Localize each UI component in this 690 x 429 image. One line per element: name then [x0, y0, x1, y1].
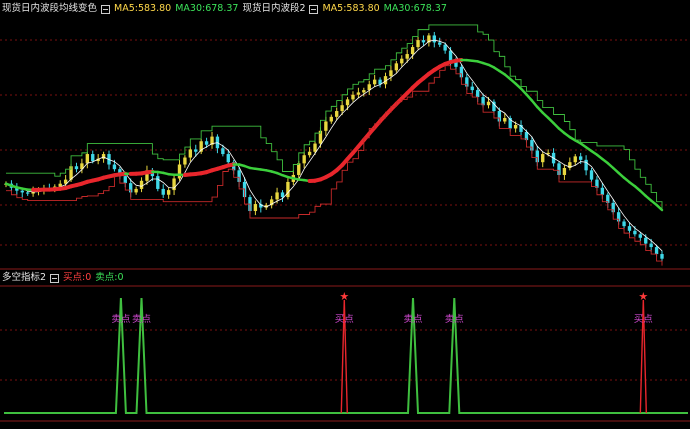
candle-body	[286, 182, 289, 197]
candle-body	[221, 148, 224, 154]
buy-star-icon: ★	[638, 290, 648, 303]
fast-ma-line	[6, 40, 662, 251]
candle-body	[433, 35, 436, 42]
candle-body	[335, 111, 338, 117]
candle-body	[373, 80, 376, 85]
candle-body	[590, 170, 593, 179]
candle-body	[416, 40, 419, 47]
candle-body	[411, 47, 414, 54]
candle-body	[194, 149, 197, 151]
candle-body	[346, 99, 349, 105]
support-band	[6, 66, 662, 266]
candle-body	[313, 144, 316, 152]
candle-body	[584, 160, 587, 170]
candle-body	[628, 226, 631, 231]
candle-body	[124, 176, 127, 183]
candle-body	[351, 95, 354, 100]
candle-body	[471, 87, 474, 90]
ma5-readout-2: MA5:583.80	[322, 2, 379, 16]
candle-body	[324, 121, 327, 130]
candle-body	[514, 125, 517, 128]
candle-body	[183, 158, 186, 165]
candle-body	[275, 192, 278, 199]
ma-segment	[657, 205, 662, 210]
candle-body	[167, 190, 170, 195]
candle-body	[579, 156, 582, 159]
candle-body	[633, 231, 636, 234]
chart-stage: ★★卖点卖点卖点卖点买点买点 现货日内波段均线变色 MA5:583.80 MA3…	[0, 0, 690, 425]
buy-point-label: 买点	[335, 314, 355, 325]
candle-body	[476, 90, 479, 97]
candle-body	[227, 154, 230, 162]
candle-body	[362, 90, 365, 92]
buy-count: 买点:0	[63, 271, 91, 285]
candle-body	[601, 188, 604, 195]
sell-point-label: 卖点	[132, 314, 152, 325]
ma5-readout: MA5:583.80	[114, 2, 171, 16]
main-header: 现货日内波段均线变色 MA5:583.80 MA30:678.37 现货日内波段…	[2, 2, 447, 16]
candle-body	[297, 163, 300, 175]
candle-body	[541, 154, 544, 162]
candle-body	[205, 141, 208, 144]
candle-body	[178, 165, 181, 179]
main-title-2: 现货日内波段2	[242, 2, 305, 16]
candle-body	[357, 92, 360, 94]
sub-header: 多空指标2 买点:0 卖点:0	[2, 271, 124, 285]
candle-body	[389, 70, 392, 76]
candle-body	[140, 181, 143, 189]
candle-body	[622, 221, 625, 226]
candle-body	[308, 152, 311, 155]
candle-body	[281, 192, 284, 197]
candle-body	[86, 154, 89, 163]
candle-body	[254, 204, 257, 211]
candle-body	[156, 176, 159, 189]
candle-body	[134, 189, 137, 192]
candle-body	[639, 234, 642, 237]
candle-body	[113, 165, 116, 170]
candle-body	[75, 166, 78, 169]
candle-body	[563, 168, 566, 175]
ma-segment	[532, 100, 537, 107]
candle-body	[422, 40, 425, 42]
main-title: 现货日内波段均线变色	[2, 2, 97, 16]
candle-body	[340, 105, 343, 111]
candle-body	[162, 189, 165, 195]
collapse-icon[interactable]	[101, 5, 110, 14]
collapse-icon-2[interactable]	[309, 5, 318, 14]
sell-point-label: 卖点	[404, 314, 424, 325]
sub-collapse-icon[interactable]	[50, 274, 59, 283]
candle-body	[91, 154, 94, 161]
candle-body	[21, 191, 24, 193]
sell-point-label: 卖点	[445, 314, 465, 325]
candle-body	[303, 155, 306, 163]
sell-count: 卖点:0	[95, 271, 123, 285]
candle-body	[330, 117, 333, 122]
ma30-readout-2: MA30:678.37	[384, 2, 447, 16]
candle-body	[438, 42, 441, 44]
candle-body	[655, 247, 658, 254]
candle-body	[660, 254, 663, 259]
candle-body	[189, 149, 192, 157]
ma30-readout: MA30:678.37	[175, 2, 238, 16]
candle-body	[395, 63, 398, 70]
buy-point-label: 买点	[634, 314, 654, 325]
candle-body	[644, 238, 647, 244]
sell-point-label: 卖点	[111, 314, 131, 325]
candle-body	[487, 102, 490, 105]
candle-body	[649, 244, 652, 247]
sub-title: 多空指标2	[2, 271, 46, 285]
chart-canvas: ★★卖点卖点卖点卖点买点买点	[0, 0, 690, 425]
candle-body	[406, 54, 409, 59]
candle-body	[400, 59, 403, 64]
candle-body	[443, 45, 446, 51]
resistance-band	[6, 25, 662, 211]
candle-body	[574, 156, 577, 162]
candle-body	[503, 118, 506, 121]
buy-star-icon: ★	[339, 290, 349, 303]
candle-body	[26, 192, 29, 193]
